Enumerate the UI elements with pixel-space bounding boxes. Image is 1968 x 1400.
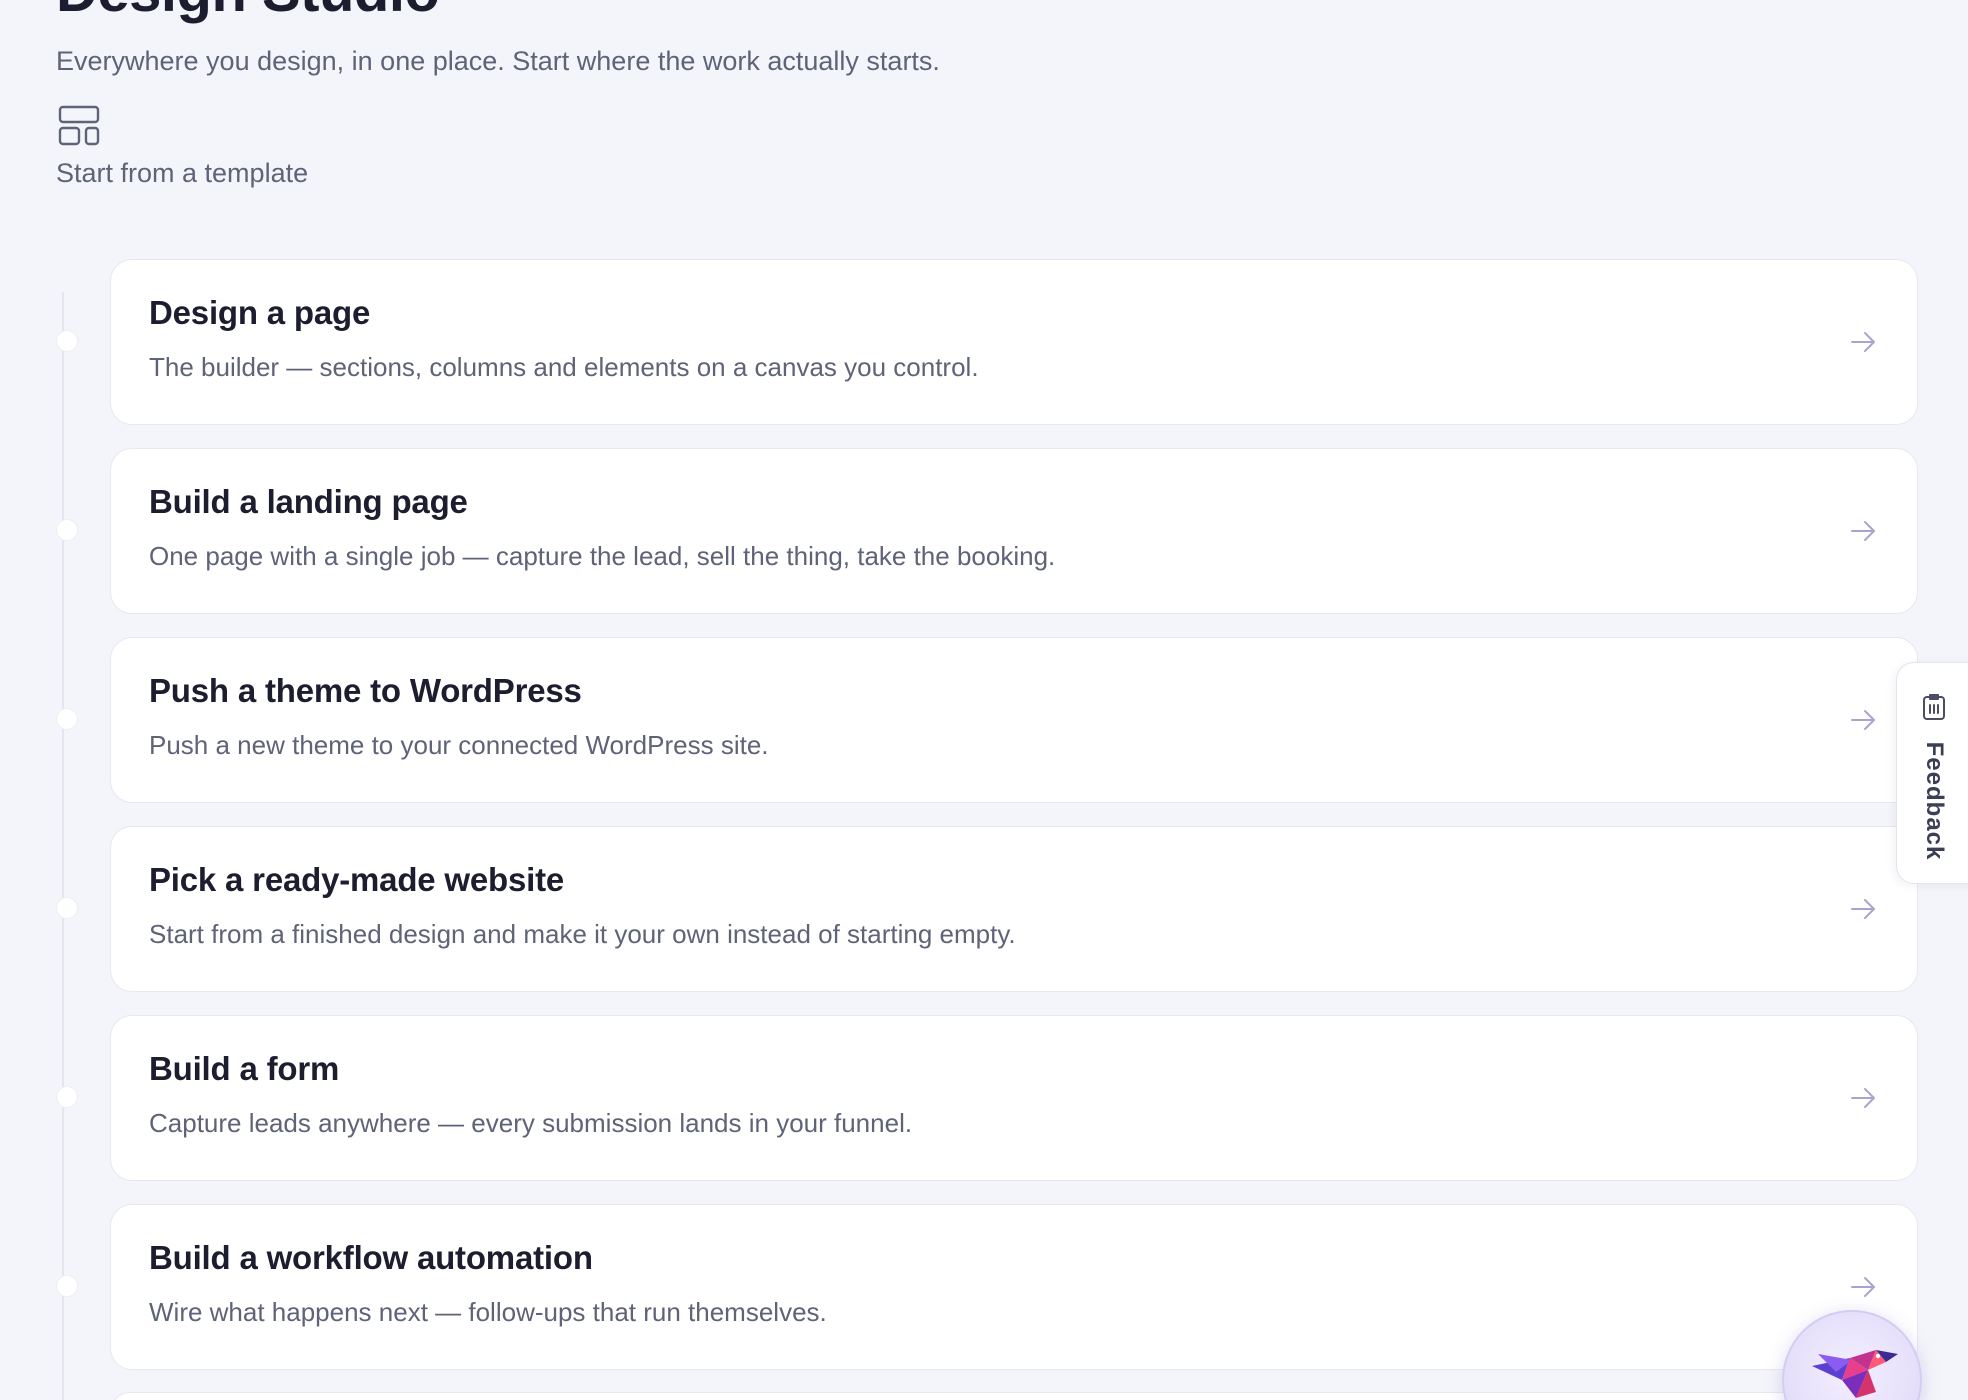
- timeline-dot: [56, 330, 78, 352]
- card-description: Push a new theme to your connected WordP…: [149, 730, 769, 760]
- layout-template-icon: [58, 105, 100, 146]
- card-design-a-page[interactable]: Design a page The builder — sections, co…: [110, 259, 1918, 425]
- card-title: Pick a ready-made website: [149, 861, 565, 898]
- feedback-tab[interactable]: Feedback: [1896, 662, 1968, 884]
- card-title: Push a theme to WordPress: [149, 672, 582, 709]
- arrow-right-icon: [1851, 899, 1875, 919]
- design-studio-page: Design Studio Everywhere you design, in …: [0, 0, 1968, 1400]
- timeline-dot: [56, 1086, 78, 1108]
- card-description: Capture leads anywhere — every submissio…: [149, 1108, 913, 1138]
- arrow-right-icon: [1851, 1088, 1875, 1108]
- page-title: Design Studio: [56, 0, 440, 25]
- timeline-dot: [56, 897, 78, 919]
- arrow-right-icon: [1851, 521, 1875, 541]
- card-pick-ready-made-website[interactable]: Pick a ready-made website Start from a f…: [110, 826, 1918, 992]
- arrow-right-icon: [1851, 1277, 1875, 1297]
- feedback-clipboard-icon: [1923, 694, 1945, 720]
- timeline-dot: [56, 1275, 78, 1297]
- arrow-right-icon: [1851, 710, 1875, 730]
- page-subtitle: Everywhere you design, in one place. Sta…: [56, 46, 940, 76]
- card-description: The builder — sections, columns and elem…: [149, 352, 979, 382]
- card-build-a-landing-page[interactable]: Build a landing page One page with a sin…: [110, 448, 1918, 614]
- card-title: Build a form: [149, 1050, 340, 1087]
- card-title: Build a workflow automation: [149, 1239, 593, 1276]
- arrow-right-icon: [1851, 332, 1875, 352]
- card-title: Design a page: [149, 294, 371, 331]
- timeline-line: [62, 292, 64, 1400]
- card-build-a-form[interactable]: Build a form Capture leads anywhere — ev…: [110, 1015, 1918, 1181]
- action-card-list: Design a page The builder — sections, co…: [110, 259, 1918, 1370]
- card-build-workflow-automation[interactable]: Build a workflow automation Wire what ha…: [110, 1204, 1918, 1370]
- card-push-theme-to-wordpress[interactable]: Push a theme to WordPress Push a new the…: [110, 637, 1918, 803]
- next-card-peek[interactable]: [110, 1392, 1918, 1400]
- timeline-dot: [56, 519, 78, 541]
- timeline-dot: [56, 708, 78, 730]
- card-description: Wire what happens next — follow-ups that…: [149, 1297, 827, 1327]
- start-from-template-label: Start from a template: [56, 158, 309, 188]
- feedback-label: Feedback: [1921, 741, 1948, 861]
- card-title: Build a landing page: [149, 483, 468, 520]
- card-description: One page with a single job — capture the…: [149, 541, 1056, 571]
- card-description: Start from a finished design and make it…: [149, 919, 1016, 949]
- hummingbird-icon: [1812, 1350, 1898, 1398]
